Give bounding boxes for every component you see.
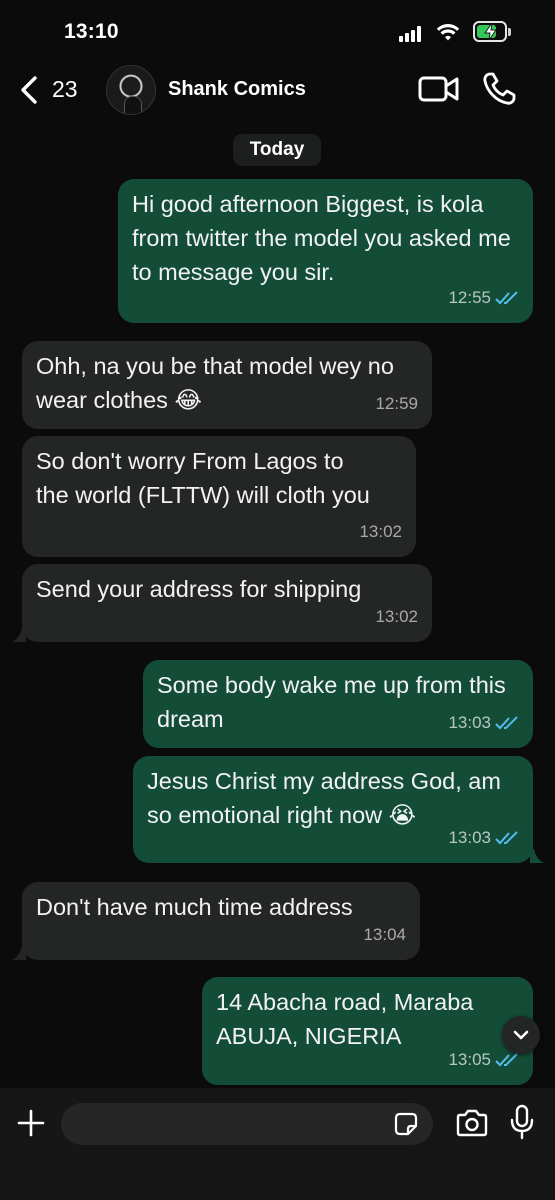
battery-icon: [473, 21, 507, 42]
read-ticks-icon: [495, 1053, 518, 1067]
message-bubble-incoming[interactable]: Ohh, na you be that model wey no wear cl…: [22, 341, 432, 429]
message-text: So don't worry From Lagos to the world (…: [36, 448, 370, 508]
message-text: Don't have much time address: [36, 894, 353, 920]
message-meta: 13:02: [359, 515, 402, 549]
mic-icon[interactable]: [510, 1104, 534, 1140]
message-time: 12:59: [375, 394, 418, 413]
message-meta: 12:59: [375, 387, 418, 421]
read-ticks-icon: [495, 291, 518, 305]
status-bar: 13:10: [0, 0, 555, 62]
message-time: 13:05: [448, 1050, 491, 1069]
plus-icon[interactable]: [16, 1108, 46, 1138]
composer-bar: [0, 1088, 555, 1200]
message-input[interactable]: [61, 1103, 433, 1145]
message-time: 12:55: [448, 288, 491, 307]
message-bubble-incoming[interactable]: So don't worry From Lagos to the world (…: [22, 436, 416, 557]
message-time: 13:02: [375, 607, 418, 626]
message-time: 13:03: [448, 828, 491, 847]
bubble-tail: [12, 628, 26, 642]
message-bubble-incoming[interactable]: Send your address for shipping 13:02: [22, 564, 432, 642]
unread-count[interactable]: 23: [52, 76, 78, 103]
message-text: Ohh, na you be that model wey no wear cl…: [36, 353, 394, 413]
read-ticks-icon: [495, 716, 518, 730]
status-time: 13:10: [64, 20, 119, 43]
message-bubble-outgoing[interactable]: 14 Abacha road, Maraba ABUJA, NIGERIA 13…: [202, 977, 533, 1085]
message-meta: 12:55: [448, 281, 519, 315]
bubble-tail: [530, 849, 544, 863]
sticker-icon[interactable]: [393, 1111, 419, 1137]
message-meta: 13:02: [375, 600, 418, 634]
cellular-signal-icon: [399, 26, 421, 42]
video-call-icon[interactable]: [418, 74, 460, 104]
message-bubble-outgoing[interactable]: Hi good afternoon Biggest, is kola from …: [118, 179, 533, 323]
message-time: 13:02: [359, 522, 402, 541]
chevron-down-icon: [513, 1030, 529, 1040]
scroll-to-bottom-button[interactable]: [502, 1016, 540, 1054]
message-time: 13:04: [363, 925, 406, 944]
avatar[interactable]: [106, 65, 156, 115]
message-bubble-outgoing[interactable]: Some body wake me up from this dream 13:…: [143, 660, 533, 748]
date-chip: Today: [233, 134, 321, 166]
back-chevron-icon[interactable]: [18, 75, 40, 105]
chat-header: 23 Shank Comics: [0, 62, 555, 122]
message-meta: 13:03: [448, 821, 519, 855]
message-meta: 13:04: [363, 918, 406, 952]
message-bubble-incoming[interactable]: Don't have much time address 13:04: [22, 882, 420, 960]
contact-name[interactable]: Shank Comics: [168, 78, 306, 101]
message-text: Send your address for shipping: [36, 576, 362, 602]
message-text: Hi good afternoon Biggest, is kola from …: [132, 191, 511, 285]
wifi-icon: [436, 24, 460, 41]
read-ticks-icon: [495, 831, 518, 845]
message-meta: 13:03: [448, 706, 519, 740]
message-time: 13:03: [448, 713, 491, 732]
message-bubble-outgoing[interactable]: Jesus Christ my address God, am so emoti…: [133, 756, 533, 863]
phone-icon[interactable]: [481, 71, 517, 107]
camera-icon[interactable]: [455, 1108, 489, 1138]
battery-cap: [508, 28, 511, 36]
bubble-tail: [12, 946, 26, 960]
